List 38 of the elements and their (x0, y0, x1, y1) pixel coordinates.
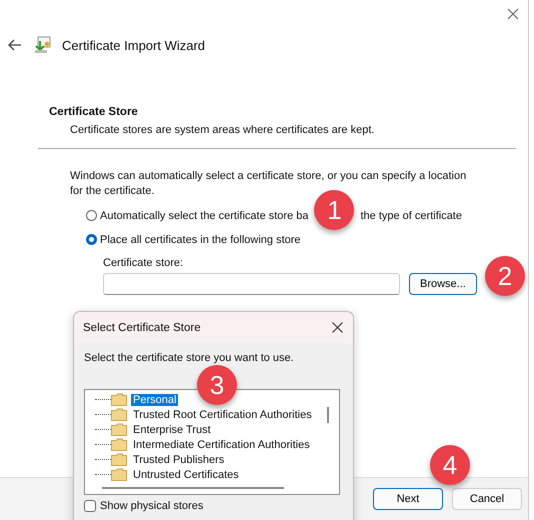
dialog-prompt: Select the certificate store you want to use. (84, 352, 295, 364)
tree-item[interactable]: Trusted Root Certification Authorities (131, 408, 314, 420)
close-icon[interactable] (507, 8, 519, 20)
radio-button[interactable] (86, 210, 97, 221)
checkbox[interactable] (84, 500, 96, 512)
step-number-badge: 2 (485, 256, 525, 296)
step-number-badge: 4 (430, 445, 470, 485)
close-icon[interactable] (332, 322, 343, 333)
folder-icon (111, 468, 127, 481)
browse-button[interactable]: Browse... (409, 273, 477, 295)
field-label: Certificate store: (103, 257, 184, 269)
store-input-field[interactable] (103, 273, 400, 295)
folder-icon (111, 393, 127, 406)
folder-icon (111, 423, 127, 436)
folder-icon (111, 453, 127, 466)
section-description: Certificate stores are system areas where certificates are kept. (70, 124, 376, 136)
certificate-icon (34, 36, 52, 54)
tree-item[interactable]: Intermediate Certification Authorities (131, 438, 312, 450)
dialog-title: Select Certificate Store (83, 322, 201, 334)
tree-item[interactable]: Untrusted Certificates (131, 468, 241, 480)
scrollbar-thumb[interactable] (102, 487, 284, 489)
radio-label[interactable]: Place all certificates in the following store (100, 234, 301, 246)
tree-item[interactable]: Personal (131, 394, 178, 406)
footer-button[interactable]: Next (373, 488, 443, 510)
window-title: Certificate Import Wizard (62, 38, 206, 52)
step-number-badge: 1 (314, 190, 354, 230)
footer-button[interactable]: Cancel (452, 488, 522, 510)
radio-label[interactable]: Automatically select the certificate store ba (100, 210, 308, 222)
folder-icon (111, 408, 127, 421)
radio-button[interactable] (86, 234, 97, 245)
radio-label[interactable]: the type of certificate (360, 210, 462, 222)
scrollbar-thumb[interactable] (327, 407, 329, 423)
tree-item[interactable]: Enterprise Trust (131, 424, 213, 436)
tree-item[interactable]: Trusted Publishers (131, 454, 226, 466)
back-arrow-icon[interactable] (8, 39, 22, 51)
folder-icon (111, 438, 127, 451)
section-heading: Certificate Store (49, 106, 139, 118)
checkbox-label[interactable]: Show physical stores (100, 500, 204, 512)
